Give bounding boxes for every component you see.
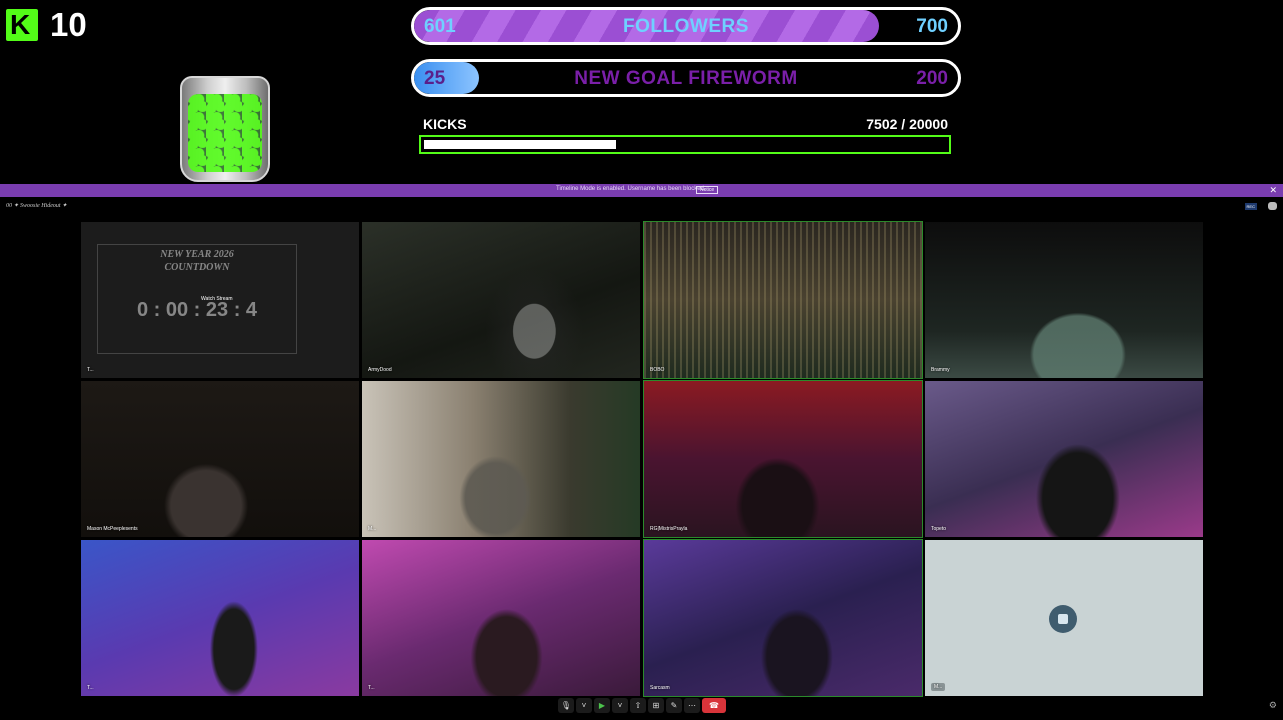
tile-name: RG|MistrisPrayla: [650, 526, 688, 532]
followers-goal-bar: 601 FOLLOWERS 700: [411, 7, 961, 45]
video-tile-countdown[interactable]: NEW YEAR 2026 COUNTDOWN 0 : 00 : 23 : 4 …: [81, 222, 359, 378]
tile-name: BOBO: [650, 367, 665, 373]
video-tile[interactable]: Mason McPeeplesents: [81, 381, 359, 537]
kick-logo-icon: K: [6, 9, 38, 41]
kicks-progress-fill: [424, 140, 616, 149]
rec-badge: REC: [1244, 203, 1257, 210]
banner-close-icon[interactable]: ✕: [1269, 185, 1277, 196]
tile-name: Brammy: [931, 367, 950, 373]
followers-label: FOLLOWERS: [623, 16, 749, 37]
video-tile[interactable]: Sarcasm: [643, 539, 923, 697]
fireworm-goal-bar: 25 NEW GOAL FIREWORM 200: [411, 59, 961, 97]
camera-icon[interactable]: ▶: [594, 698, 610, 713]
video-tile[interactable]: BOBO: [643, 221, 923, 379]
kick-count: 10: [50, 6, 87, 43]
chat-icon[interactable]: [1268, 202, 1277, 210]
tile-name: Sarcasm: [650, 685, 670, 691]
tile-name: ArmyDood: [368, 367, 392, 373]
video-tile[interactable]: M...: [362, 381, 640, 537]
countdown-subtitle: COUNTDOWN: [164, 262, 230, 273]
chevron-down-icon[interactable]: ˅: [612, 698, 628, 713]
grid-view-icon[interactable]: ⊞: [648, 698, 664, 713]
kicks-title: KICKS: [423, 116, 467, 132]
video-tile[interactable]: Topeto: [925, 381, 1203, 537]
countdown-clock: 0 : 00 : 23 : 4: [136, 299, 258, 321]
video-tile[interactable]: T...: [81, 540, 359, 696]
kicks-progress-bar: [419, 135, 951, 154]
video-tile[interactable]: RG|MistrisPrayla: [643, 380, 923, 538]
mic-icon[interactable]: 🎙: [558, 698, 574, 713]
tile-name: T...: [87, 367, 94, 373]
gear-icon[interactable]: ⚙: [1269, 701, 1277, 711]
avatar-icon: [1049, 605, 1077, 633]
effects-icon[interactable]: ✎: [666, 698, 682, 713]
banner-message: Timeline Mode is enabled. Username has b…: [556, 186, 706, 192]
fireworm-target: 200: [916, 68, 948, 89]
kick-jar-icon: [180, 76, 270, 182]
tile-name: Topeto: [931, 526, 947, 532]
tile-name: T...: [87, 685, 94, 691]
video-tile[interactable]: Brammy: [925, 222, 1203, 378]
call-title: 00 ✦ Swoosie Hideout ✦: [6, 203, 68, 209]
notice-banner: Timeline Mode is enabled. Username has b…: [0, 184, 1283, 197]
call-toolbar: 🎙 ˅ ▶ ˅ ⇧ ⊞ ✎ ⋯ ☎: [558, 697, 726, 714]
video-tile[interactable]: T...: [362, 540, 640, 696]
video-tile[interactable]: ArmyDood: [362, 222, 640, 378]
kicks-value: 7502 / 20000: [866, 116, 948, 132]
tile-name: T...: [368, 685, 375, 691]
tile-name: M...: [368, 526, 377, 532]
stream-overlay: K 10 601 FOLLOWERS 700 25 NEW GOAL FIREW…: [0, 0, 1283, 720]
chevron-down-icon[interactable]: ˅: [576, 698, 592, 713]
more-icon[interactable]: ⋯: [684, 698, 700, 713]
fireworm-label: NEW GOAL FIREWORM: [574, 68, 798, 89]
followers-target: 700: [916, 16, 948, 37]
share-screen-icon[interactable]: ⇧: [630, 698, 646, 713]
tile-name: Mason McPeeplesents: [87, 526, 138, 532]
countdown-screen: NEW YEAR 2026 COUNTDOWN 0 : 00 : 23 : 4: [97, 244, 297, 354]
watch-stream-label[interactable]: Watch Stream: [201, 296, 233, 302]
tile-name: M...: [931, 683, 946, 691]
countdown-title: NEW YEAR 2026: [160, 249, 234, 260]
banner-notice-button[interactable]: Notice: [696, 186, 719, 194]
video-tile-camera-off[interactable]: M...: [925, 540, 1203, 696]
leave-call-button[interactable]: ☎: [702, 698, 726, 713]
